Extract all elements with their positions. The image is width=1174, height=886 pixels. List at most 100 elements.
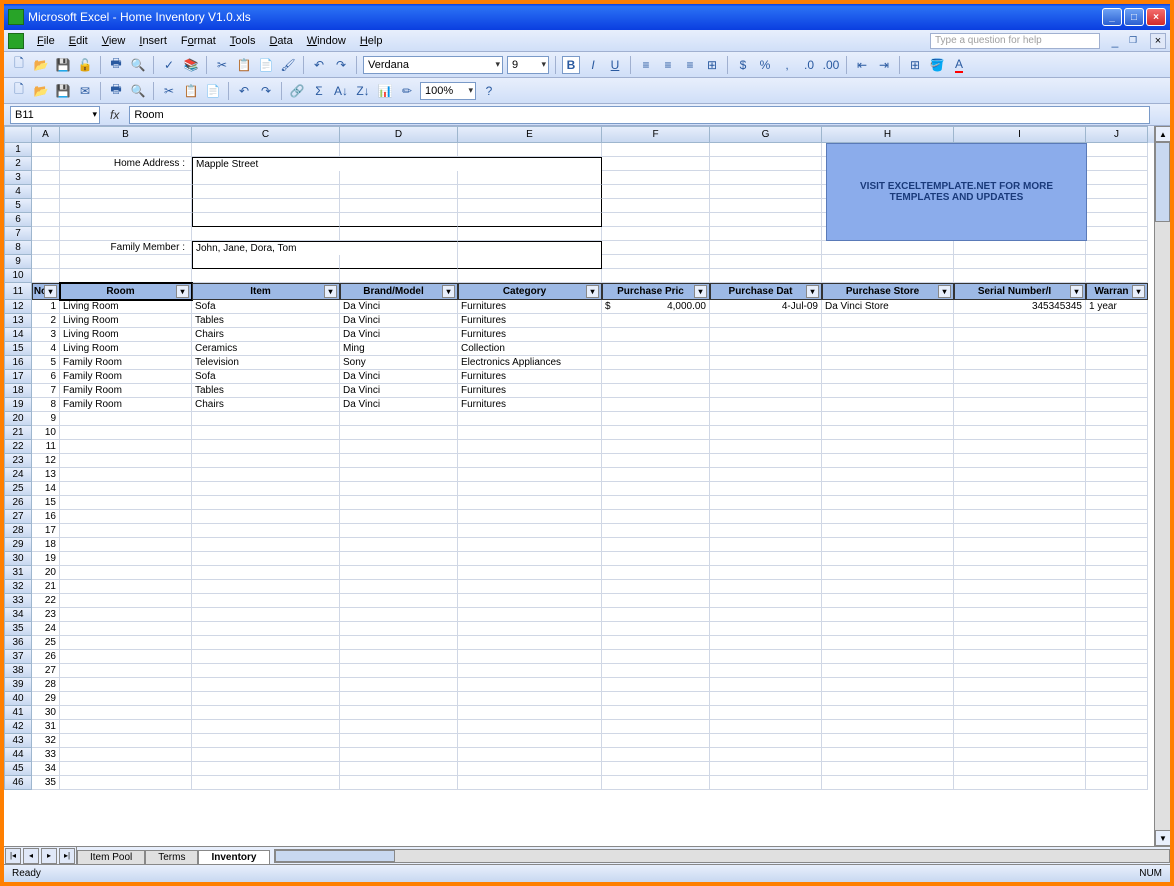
open-icon[interactable]: 📂	[32, 56, 50, 74]
cell-item[interactable]: Sofa	[192, 300, 340, 314]
cell[interactable]	[458, 664, 602, 678]
cell-warranty[interactable]	[1086, 356, 1148, 370]
tab-nav-next-icon[interactable]: ▸	[41, 848, 57, 864]
row-header[interactable]: 1	[4, 143, 32, 157]
percent-icon[interactable]: %	[756, 56, 774, 74]
filter-warranty[interactable]: Warran	[1086, 283, 1148, 300]
cell[interactable]	[192, 426, 340, 440]
row-header[interactable]: 40	[4, 692, 32, 706]
cell-room[interactable]: Living Room	[60, 314, 192, 328]
cell-price[interactable]	[602, 398, 710, 412]
cell[interactable]	[822, 440, 954, 454]
cell[interactable]	[602, 454, 710, 468]
cell[interactable]	[60, 412, 192, 426]
cell[interactable]	[710, 496, 822, 510]
cell[interactable]	[192, 440, 340, 454]
decrease-decimal-icon[interactable]: .00	[822, 56, 840, 74]
cell-price[interactable]	[602, 356, 710, 370]
cell[interactable]	[954, 608, 1086, 622]
tab-nav-last-icon[interactable]: ▸|	[59, 848, 75, 864]
cell[interactable]	[1086, 538, 1148, 552]
row-header[interactable]: 4	[4, 185, 32, 199]
cell[interactable]	[32, 255, 60, 269]
filter-serial[interactable]: Serial Number/I	[954, 283, 1086, 300]
cell[interactable]	[1086, 594, 1148, 608]
cell[interactable]	[822, 538, 954, 552]
cell[interactable]	[458, 538, 602, 552]
cell[interactable]	[340, 510, 458, 524]
cell[interactable]	[602, 171, 710, 185]
cell[interactable]	[602, 440, 710, 454]
cell-no[interactable]: 21	[32, 580, 60, 594]
cell[interactable]	[954, 748, 1086, 762]
cell-room[interactable]: Family Room	[60, 370, 192, 384]
cell[interactable]	[710, 524, 822, 538]
cell-serial[interactable]	[954, 314, 1086, 328]
cell[interactable]	[458, 227, 602, 241]
cell-price[interactable]	[602, 370, 710, 384]
cut2-icon[interactable]: ✂	[160, 82, 178, 100]
cell[interactable]	[458, 496, 602, 510]
cell[interactable]	[602, 185, 710, 199]
cell[interactable]	[1086, 440, 1148, 454]
cell-no[interactable]: 31	[32, 720, 60, 734]
cell[interactable]	[710, 734, 822, 748]
cell-warranty[interactable]	[1086, 342, 1148, 356]
cell-brand[interactable]: Da Vinci	[340, 384, 458, 398]
comma-icon[interactable]: ,	[778, 56, 796, 74]
cell[interactable]	[60, 594, 192, 608]
cell[interactable]	[340, 496, 458, 510]
cell[interactable]	[822, 748, 954, 762]
borders-icon[interactable]: ⊞	[906, 56, 924, 74]
merge-center-icon[interactable]: ⊞	[703, 56, 721, 74]
cell[interactable]	[602, 664, 710, 678]
cell[interactable]	[340, 720, 458, 734]
cell[interactable]	[822, 776, 954, 790]
cell[interactable]	[192, 412, 340, 426]
home-address-value[interactable]: Mapple Street	[192, 157, 340, 171]
cell[interactable]	[710, 636, 822, 650]
cell[interactable]	[710, 412, 822, 426]
cell[interactable]	[340, 143, 458, 157]
cell[interactable]	[1086, 213, 1148, 227]
cell[interactable]	[1086, 734, 1148, 748]
hyperlink-icon[interactable]: 🔗	[288, 82, 306, 100]
cell[interactable]	[192, 580, 340, 594]
cell[interactable]	[710, 776, 822, 790]
copy-icon[interactable]: 📋	[235, 56, 253, 74]
cell-store[interactable]	[822, 314, 954, 328]
cell[interactable]	[340, 185, 458, 199]
banner-link[interactable]: VISIT EXCELTEMPLATE.NET FOR MORE TEMPLAT…	[826, 143, 1087, 241]
cell-no[interactable]: 16	[32, 510, 60, 524]
cell[interactable]	[60, 454, 192, 468]
cell-price[interactable]	[602, 314, 710, 328]
cell-category[interactable]: Collection	[458, 342, 602, 356]
filter-no[interactable]: No	[32, 283, 60, 300]
col-header-C[interactable]: C	[192, 126, 340, 143]
family-member-label[interactable]: Family Member :	[60, 241, 192, 255]
cell-no[interactable]: 12	[32, 454, 60, 468]
cell-no[interactable]: 5	[32, 356, 60, 370]
cell[interactable]	[602, 241, 710, 255]
formula-bar[interactable]: Room	[129, 106, 1150, 124]
cell[interactable]	[60, 213, 192, 227]
tab-nav-prev-icon[interactable]: ◂	[23, 848, 39, 864]
cell[interactable]	[710, 762, 822, 776]
cell[interactable]	[458, 468, 602, 482]
undo-icon[interactable]: ↶	[310, 56, 328, 74]
align-center-icon[interactable]: ≡	[659, 56, 677, 74]
row-header[interactable]: 5	[4, 199, 32, 213]
cell[interactable]	[822, 412, 954, 426]
cell[interactable]	[192, 185, 340, 199]
cell-item[interactable]: Ceramics	[192, 342, 340, 356]
cell-no[interactable]: 20	[32, 566, 60, 580]
cell-no[interactable]: 18	[32, 538, 60, 552]
cell-room[interactable]: Family Room	[60, 384, 192, 398]
cell[interactable]	[822, 692, 954, 706]
cell[interactable]	[1086, 227, 1148, 241]
cell[interactable]	[458, 706, 602, 720]
cell[interactable]	[60, 776, 192, 790]
cell-store[interactable]	[822, 356, 954, 370]
cell[interactable]	[710, 706, 822, 720]
cell[interactable]	[458, 426, 602, 440]
